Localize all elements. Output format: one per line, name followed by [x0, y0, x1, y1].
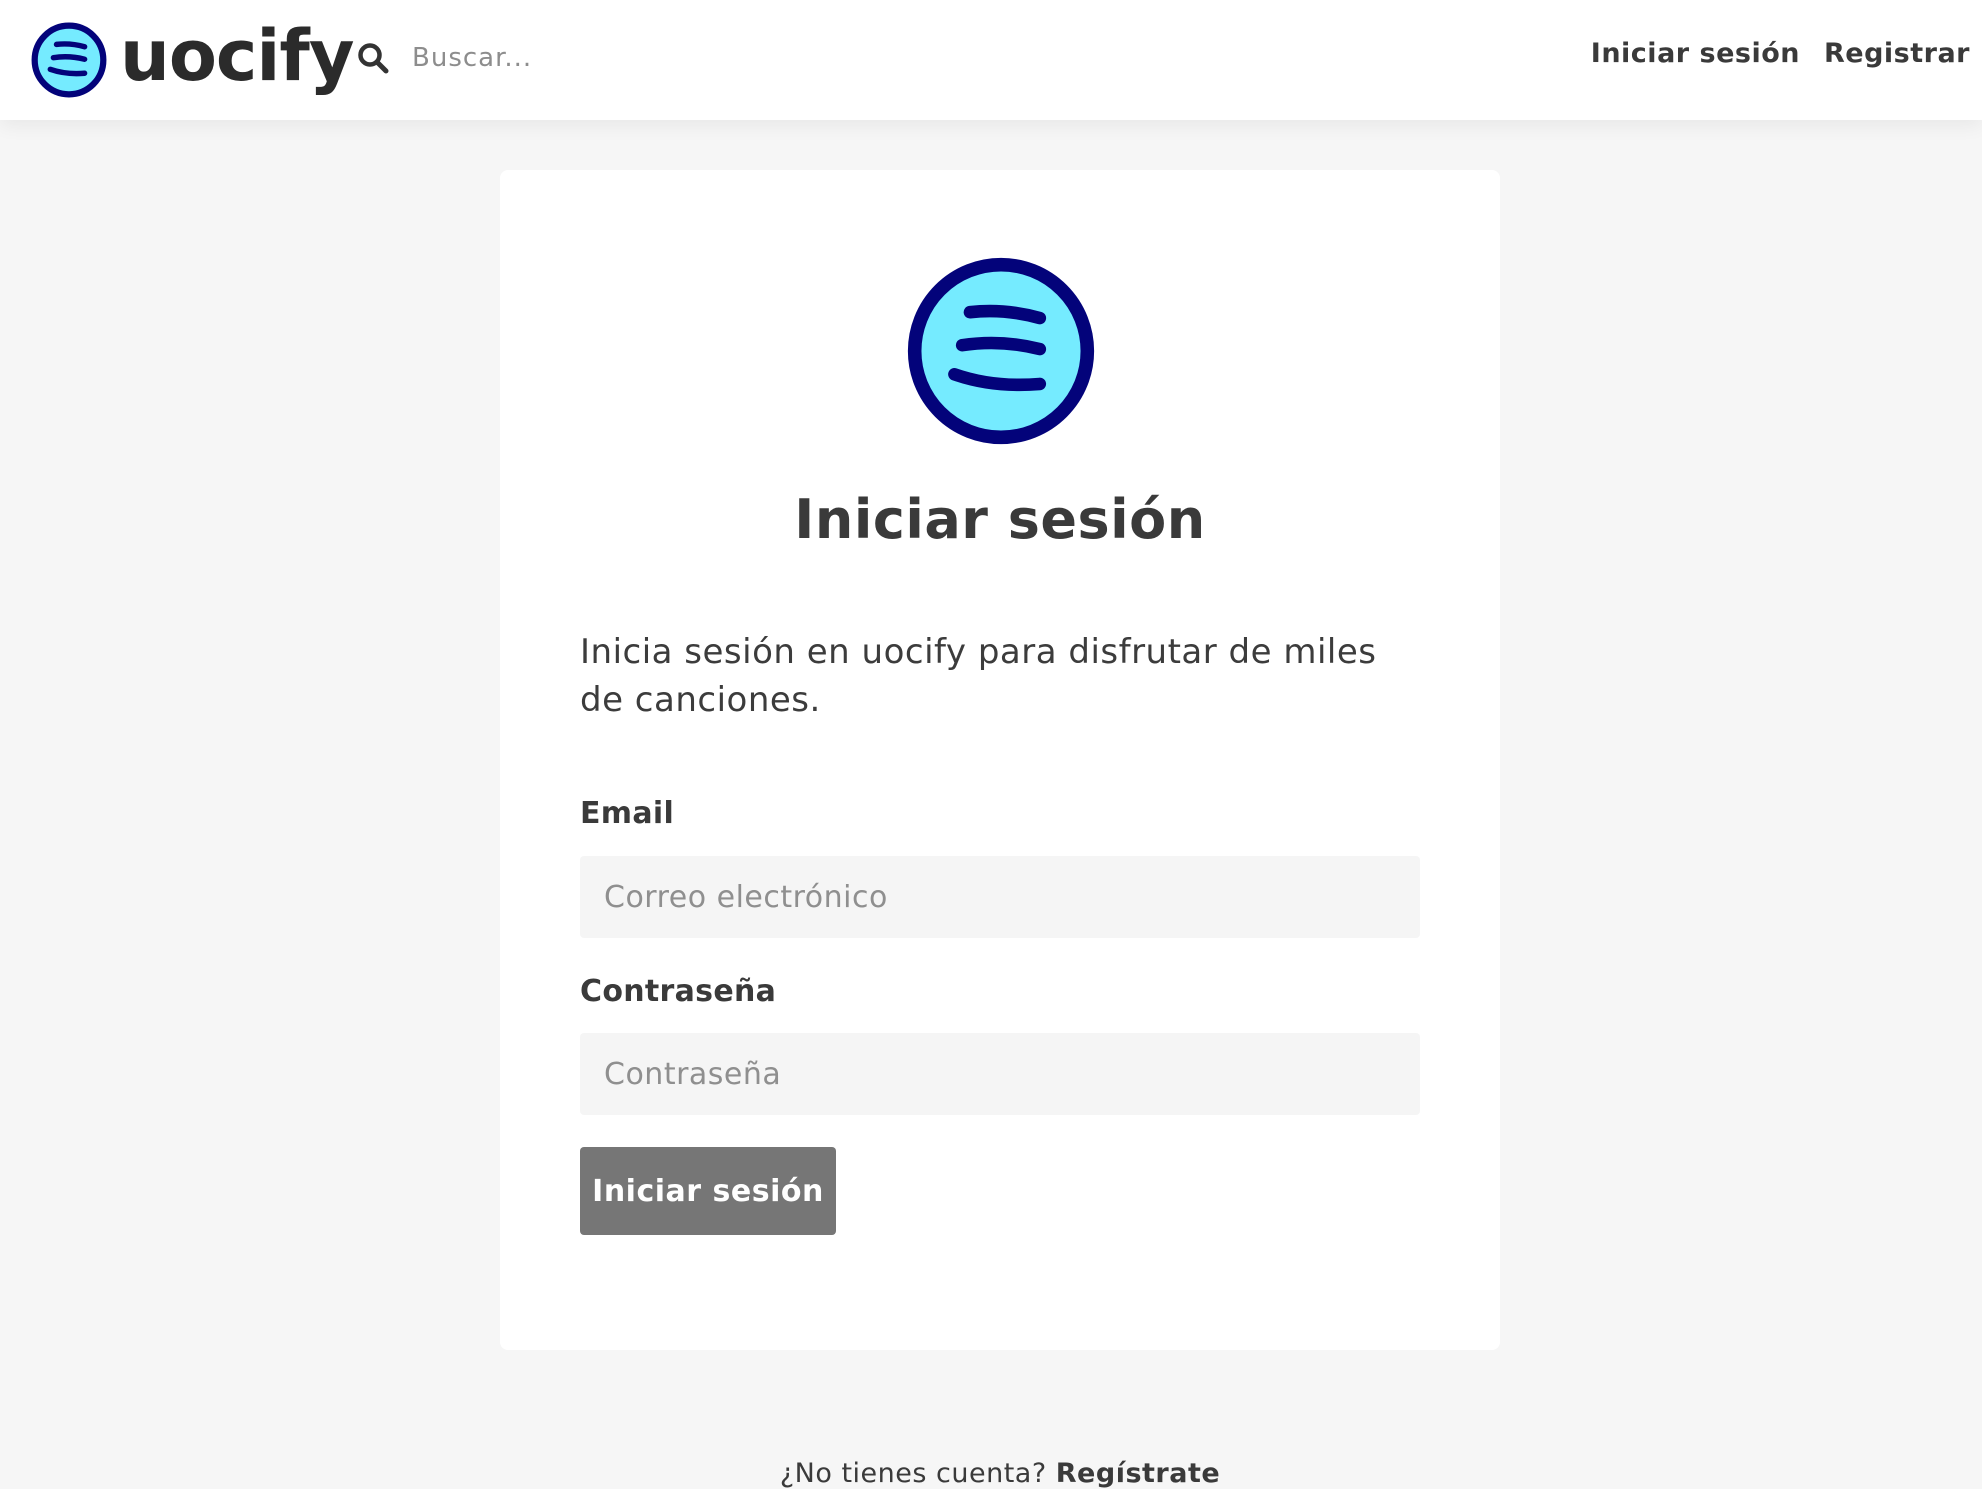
brand-name: uocify: [120, 15, 354, 97]
page-title: Iniciar sesión: [794, 488, 1206, 551]
email-field[interactable]: [580, 856, 1420, 938]
nav-login-link[interactable]: Iniciar sesión: [1591, 38, 1800, 69]
login-description: Inicia sesión en uocify para disfrutar d…: [580, 632, 1377, 720]
signup-link[interactable]: Regístrate: [1056, 1458, 1220, 1489]
password-field[interactable]: [580, 1033, 1420, 1115]
password-label: Contraseña: [580, 974, 777, 1009]
header-nav: Iniciar sesión Registrar: [1567, 38, 1970, 69]
email-label: Email: [580, 796, 675, 831]
uocify-logo-icon: [907, 257, 1095, 445]
login-card: Iniciar sesión Inicia sesión en uocify p…: [500, 170, 1500, 1489]
signup-prompt: ¿No tienes cuenta?: [779, 1458, 1047, 1489]
brand-home-link[interactable]: uocify: [30, 20, 354, 100]
search-input[interactable]: [410, 42, 770, 74]
uocify-logo-icon: [31, 22, 107, 98]
signup-line: ¿No tienes cuenta? Regístrate: [500, 1458, 1500, 1489]
login-submit-button[interactable]: Iniciar sesión: [580, 1147, 836, 1235]
search-icon[interactable]: [356, 41, 390, 75]
nav-register-link[interactable]: Registrar: [1824, 38, 1970, 69]
search-bar: [356, 30, 770, 86]
top-header: uocify Iniciar sesión Registrar: [0, 0, 1982, 120]
